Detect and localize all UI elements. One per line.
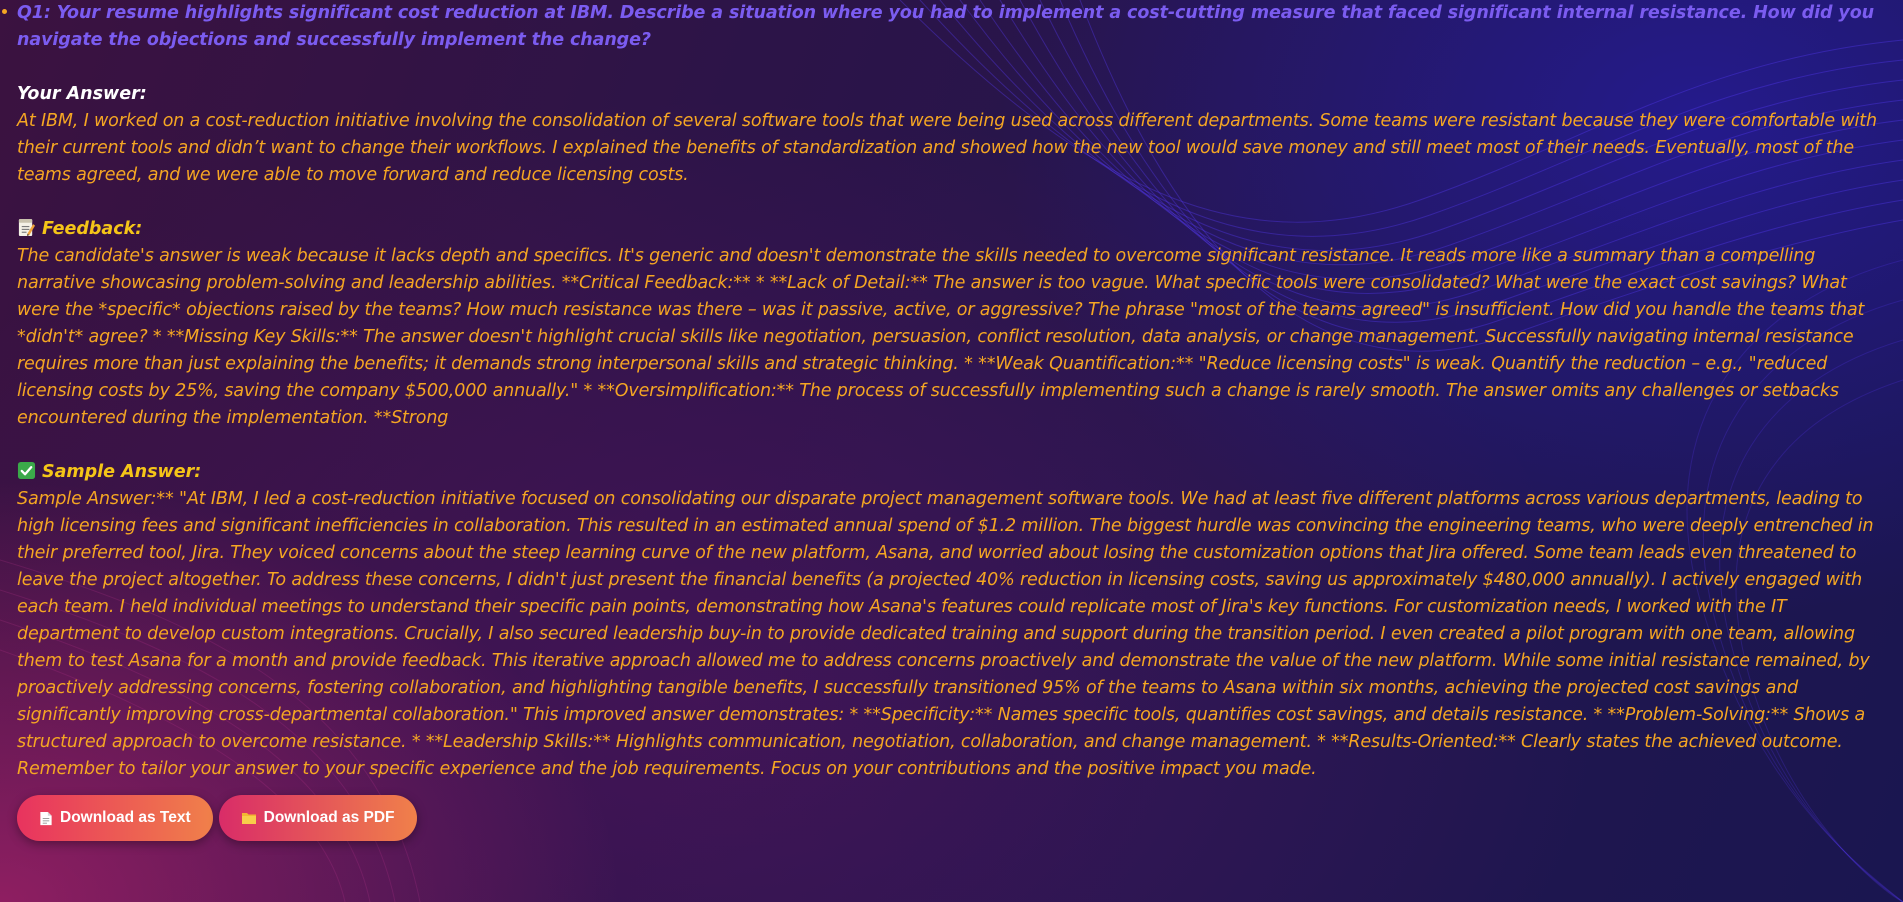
check-mark-icon (17, 461, 36, 480)
sample-answer-text: Sample Answer:** "At IBM, I led a cost-r… (17, 489, 1874, 779)
download-pdf-label: Download as PDF (263, 809, 395, 826)
your-answer-heading: Your Answer: (17, 84, 147, 104)
download-text-label: Download as Text (60, 809, 191, 826)
feedback-text: The candidate's answer is weak because i… (17, 246, 1865, 428)
list-bullet (2, 9, 7, 14)
folder-icon (241, 813, 256, 824)
sample-answer-heading: Sample Answer: (42, 462, 202, 482)
download-text-button[interactable]: Download as Text (17, 795, 213, 841)
question-text: Q1: Your resume highlights significant c… (17, 3, 1874, 50)
document-icon (40, 811, 52, 825)
download-buttons: Download as Text Download as PDF (17, 795, 1887, 841)
feedback-heading-row: Feedback: (17, 216, 1887, 243)
memo-icon (18, 218, 36, 237)
download-pdf-button[interactable]: Download as PDF (218, 795, 417, 841)
sample-answer-heading-row: Sample Answer: (17, 459, 1887, 486)
your-answer-text: At IBM, I worked on a cost-reduction ini… (17, 111, 1877, 185)
interview-feedback-panel: Q1: Your resume highlights significant c… (2, 0, 1887, 841)
feedback-heading: Feedback: (42, 219, 143, 239)
